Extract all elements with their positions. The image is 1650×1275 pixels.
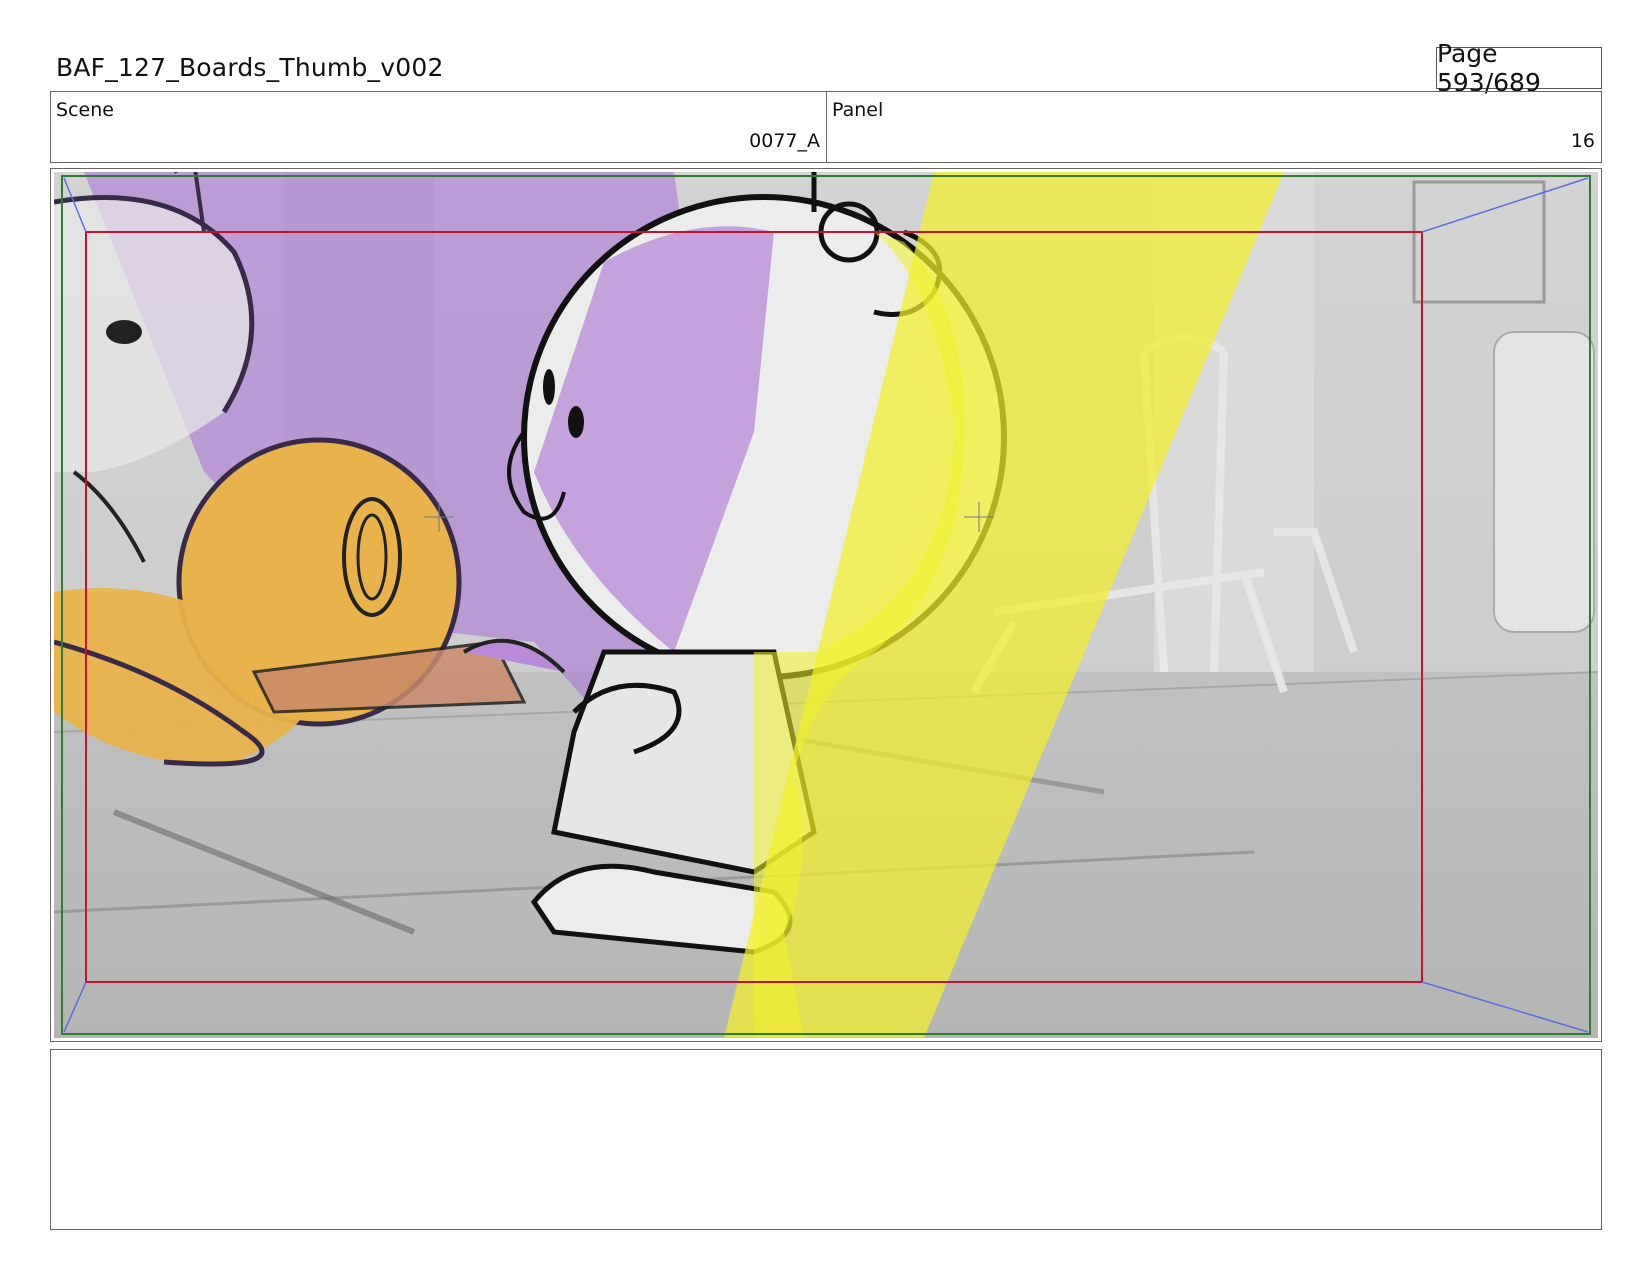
page-number: Page 593/689 [1437,39,1541,97]
document-title: BAF_127_Boards_Thumb_v002 [56,53,444,82]
scene-label: Scene [56,99,114,121]
scene-value: 0077_A [749,130,820,152]
storyboard-drawing [54,172,1598,1038]
panel-cell: Panel 16 [827,92,1601,162]
page-number-box: Page 593/689 [1436,39,1602,97]
panel-value: 16 [1570,130,1595,152]
notes-box [50,1049,1602,1230]
scene-panel-info: Scene 0077_A Panel 16 [50,91,1602,163]
panel-label: Panel [832,99,884,121]
scene-cell: Scene 0077_A [51,92,827,162]
storyboard-frame [50,168,1602,1042]
